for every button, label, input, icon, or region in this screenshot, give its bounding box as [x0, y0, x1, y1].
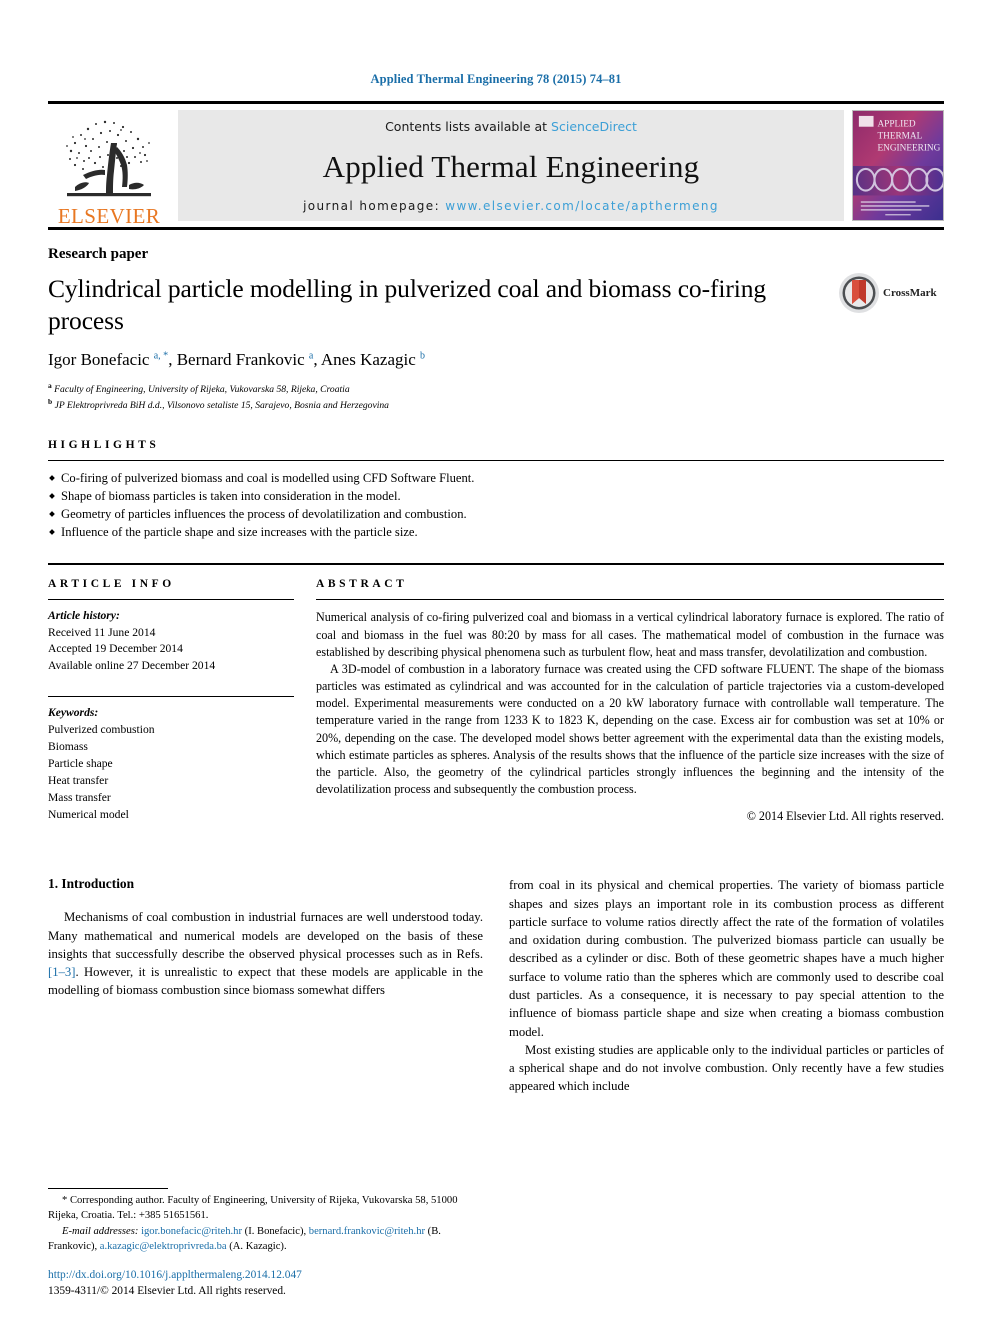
- keyword-item: Particle shape: [48, 756, 113, 770]
- abstract-copyright: © 2014 Elsevier Ltd. All rights reserved…: [746, 809, 944, 824]
- email-link-frankovic[interactable]: bernard.frankovic@riteh.hr: [309, 1226, 425, 1237]
- email-name-bonefacic: (I. Bonefacic),: [242, 1225, 309, 1237]
- doi-link[interactable]: http://dx.doi.org/10.1016/j.applthermale…: [48, 1267, 464, 1283]
- affiliation-marker-a: a: [48, 381, 52, 391]
- introduction-right-text: from coal in its physical and chemical p…: [509, 876, 944, 1095]
- keyword-item: Biomass: [48, 740, 88, 754]
- article-history-block: Article history: Received 11 June 2014 A…: [48, 608, 294, 674]
- journal-cover-artwork: APPLIED THERMAL ENGINEERING: [853, 111, 943, 220]
- author-list: Igor Bonefacic a, *, Bernard Frankovic a…: [48, 350, 426, 370]
- email-name-kazagic: (A. Kazagic).: [226, 1240, 287, 1252]
- footnote-rule: [48, 1187, 168, 1189]
- keywords-label: Keywords:: [48, 706, 99, 720]
- abstract-heading: ABSTRACT: [316, 578, 408, 591]
- journal-title: Applied Thermal Engineering: [322, 148, 700, 184]
- affiliation-marker-b: b: [48, 397, 53, 407]
- email-link-bonefacic[interactable]: igor.bonefacic@riteh.hr: [141, 1226, 242, 1237]
- highlights-heading: HIGHLIGHTS: [48, 439, 160, 452]
- elsevier-logo: ELSEVIER: [48, 104, 170, 227]
- article-header: Research paper Cylindrical particle mode…: [48, 246, 944, 413]
- body-paragraph: Most existing studies are applicable onl…: [509, 1042, 944, 1094]
- article-history-label: Article history:: [48, 609, 120, 623]
- body-column-left: 1. Introduction Mechanisms of coal combu…: [48, 876, 483, 1095]
- keyword-item: Heat transfer: [48, 773, 109, 787]
- corresponding-author-note: * Corresponding author. Faculty of Engin…: [48, 1193, 464, 1223]
- introduction-left-text: Mechanisms of coal combustion in industr…: [48, 908, 483, 999]
- corresponding-text: Corresponding author. Faculty of Enginee…: [48, 1194, 458, 1221]
- masthead-bottom-rule: [48, 227, 944, 230]
- paper-page: Applied Thermal Engineering 78 (2015) 74…: [0, 0, 992, 1323]
- affiliation-b: b JP Elektroprivreda BiH d.d., Vilsonovo…: [48, 397, 944, 413]
- keywords-block: Keywords: Pulverized combustion Biomass …: [48, 705, 294, 823]
- info-abstract-row: ARTICLE INFO Article history: Received 1…: [48, 578, 944, 824]
- abstract-body: Numerical analysis of co-firing pulveriz…: [316, 609, 944, 798]
- page-title: Cylindrical particle modelling in pulver…: [48, 274, 767, 335]
- list-item: Influence of the particle shape and size…: [48, 523, 944, 541]
- issn-copyright-line: 1359-4311/© 2014 Elsevier Ltd. All right…: [48, 1284, 286, 1297]
- history-accepted: Accepted 19 December 2014: [48, 642, 183, 656]
- masthead-center-panel: Contents lists available at ScienceDirec…: [178, 110, 844, 221]
- article-info-column: ARTICLE INFO Article history: Received 1…: [48, 578, 316, 824]
- highlights-list: Co-firing of pulverized biomass and coal…: [48, 469, 944, 541]
- svg-text:APPLIED: APPLIED: [877, 120, 915, 130]
- affiliation-text-a: Faculty of Engineering, University of Ri…: [54, 384, 350, 396]
- running-head: Applied Thermal Engineering 78 (2015) 74…: [370, 72, 622, 86]
- body-paragraph: from coal in its physical and chemical p…: [509, 878, 944, 1039]
- homepage-prefix: journal homepage:: [303, 199, 446, 213]
- keywords-rule: [48, 696, 294, 698]
- highlights-section: HIGHLIGHTS Co-firing of pulverized bioma…: [48, 439, 944, 541]
- keyword-item: Pulverized combustion: [48, 723, 155, 737]
- svg-text:THERMAL: THERMAL: [877, 131, 922, 141]
- crossmark-badge[interactable]: CrossMark: [838, 272, 944, 314]
- citation-link[interactable]: [1–3]: [48, 965, 75, 979]
- intro-text-post: . However, it is unrealistic to expect t…: [48, 965, 483, 998]
- list-item: Co-firing of pulverized biomass and coal…: [48, 469, 944, 487]
- crossmark-icon: [839, 273, 879, 313]
- journal-homepage-line: journal homepage: www.elsevier.com/locat…: [303, 199, 719, 213]
- list-item: Geometry of particles influences the pro…: [48, 505, 944, 523]
- body-columns: 1. Introduction Mechanisms of coal combu…: [48, 876, 944, 1095]
- journal-cover-thumbnail: APPLIED THERMAL ENGINEERING: [852, 110, 944, 221]
- abstract-paragraph: Numerical analysis of co-firing pulveriz…: [316, 610, 944, 659]
- sciencedirect-link[interactable]: ScienceDirect: [551, 119, 637, 134]
- highlights-rule: [48, 460, 944, 462]
- intro-text-pre: Mechanisms of coal combustion in industr…: [48, 910, 483, 961]
- keyword-item: Mass transfer: [48, 790, 111, 804]
- body-paragraph: Mechanisms of coal combustion in industr…: [48, 908, 483, 999]
- history-available-online: Available online 27 December 2014: [48, 658, 216, 672]
- email-link-kazagic[interactable]: a.kazagic@elektroprivreda.ba: [100, 1241, 227, 1252]
- introduction-heading: 1. Introduction: [48, 876, 135, 892]
- affiliation-a: a Faculty of Engineering, University of …: [48, 381, 944, 397]
- keyword-item: Numerical model: [48, 807, 129, 821]
- abstract-rule: [316, 599, 944, 601]
- svg-text:ENGINEERING: ENGINEERING: [877, 143, 940, 153]
- list-item: Shape of biomass particles is taken into…: [48, 487, 944, 505]
- contents-available-line: Contents lists available at ScienceDirec…: [385, 119, 637, 134]
- affiliation-text-b: JP Elektroprivreda BiH d.d., Vilsonovo s…: [54, 400, 389, 412]
- abstract-paragraph: A 3D-model of combustion in a laboratory…: [316, 661, 944, 797]
- article-info-heading: ARTICLE INFO: [48, 578, 175, 591]
- contents-prefix: Contents lists available at: [385, 119, 552, 134]
- article-type-label: Research paper: [48, 246, 149, 262]
- email-label: E-mail addresses:: [62, 1225, 139, 1237]
- crossmark-label: CrossMark: [883, 287, 937, 299]
- journal-masthead: ELSEVIER Contents lists available at Sci…: [48, 101, 944, 227]
- elsevier-wordmark: ELSEVIER: [57, 204, 161, 228]
- footnote-block: * Corresponding author. Faculty of Engin…: [48, 1187, 464, 1300]
- article-info-rule: [48, 599, 294, 601]
- body-column-right: from coal in its physical and chemical p…: [509, 876, 944, 1095]
- homepage-url-link[interactable]: www.elsevier.com/locate/apthermeng: [445, 199, 719, 213]
- info-section-top-rule: [48, 563, 944, 566]
- email-addresses-note: E-mail addresses: igor.bonefacic@riteh.h…: [48, 1224, 464, 1254]
- abstract-column: ABSTRACT Numerical analysis of co-firing…: [316, 578, 944, 824]
- elsevier-tree-icon: [66, 120, 151, 197]
- history-received: Received 11 June 2014: [48, 625, 156, 639]
